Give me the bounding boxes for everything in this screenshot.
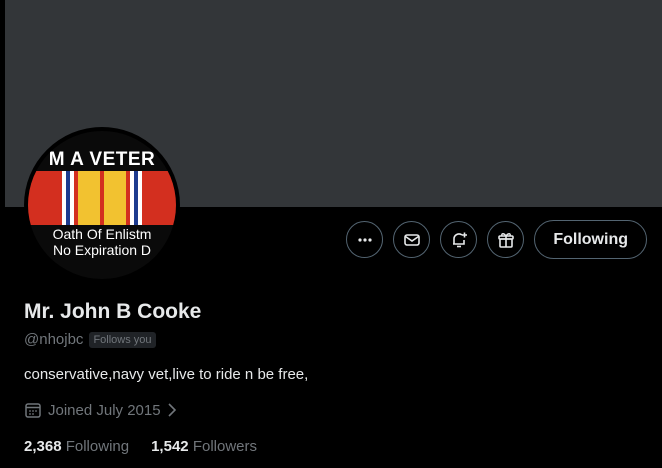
envelope-icon (404, 233, 420, 246)
message-button[interactable] (393, 221, 431, 258)
bell-plus-icon (452, 232, 467, 247)
avatar[interactable]: M A VETER Oath Of Enlistm No Expiration … (24, 127, 180, 283)
more-icon (358, 237, 372, 242)
avatar-top-text: M A VETER (48, 149, 156, 170)
follows-you-badge: Follows you (89, 331, 156, 348)
joined-text: Joined July 2015 (48, 401, 161, 419)
notifications-button[interactable] (440, 221, 478, 258)
service-ribbon (28, 171, 176, 225)
profile-bio: conservative,navy vet,live to ride n be … (24, 366, 309, 383)
subscribe-button[interactable] (487, 221, 525, 258)
following-label: Following (65, 438, 130, 455)
calendar-icon (25, 403, 41, 418)
more-button[interactable] (346, 221, 384, 258)
followers-label: Followers (192, 438, 257, 455)
following-stat[interactable]: 2,368 Following (24, 438, 129, 455)
chevron-right-icon (168, 403, 176, 417)
followers-count: 1,542 (151, 438, 189, 455)
profile-handle: @nhojbc (24, 331, 84, 348)
avatar-line-1: Oath Of Enlistm (52, 226, 152, 242)
handle-row: @nhojbc Follows you (24, 331, 156, 348)
gift-icon (498, 232, 514, 248)
joined-date-link[interactable]: Joined July 2015 (24, 401, 177, 419)
profile-name: Mr. John B Cooke (24, 300, 202, 323)
followers-stat[interactable]: 1,542 Followers (151, 438, 257, 455)
follow-stats: 2,368 Following 1,542 Followers (24, 438, 257, 455)
following-count: 2,368 (24, 438, 62, 455)
profile-actions: Following (346, 220, 647, 259)
avatar-image: M A VETER Oath Of Enlistm No Expiration … (28, 131, 176, 279)
following-button[interactable]: Following (534, 220, 647, 259)
avatar-line-2: No Expiration D (52, 242, 152, 258)
